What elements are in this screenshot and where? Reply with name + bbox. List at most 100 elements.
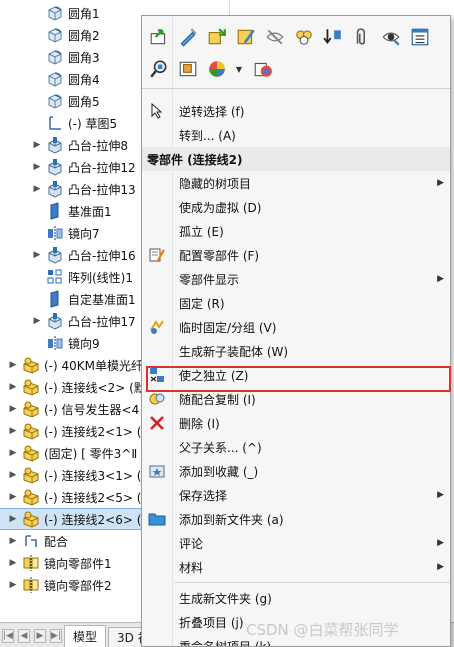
menu-item[interactable]: 随配合复制 (I)	[142, 387, 450, 411]
tree-item-label: (-) 40KM单模光纤	[44, 358, 144, 373]
menu-item[interactable]: 临时固定/分组 (V)	[142, 315, 450, 339]
menu-item[interactable]: 生成新子装配体 (W)	[142, 339, 450, 363]
toolbar-separator	[142, 88, 450, 89]
caret-placeholder	[32, 96, 42, 106]
expand-caret-icon[interactable]: ▶	[8, 382, 18, 392]
appearance-dropdown-icon[interactable]: ▼	[232, 56, 246, 82]
menu-item[interactable]: 转到... (A)	[142, 123, 450, 147]
fillet-icon	[46, 26, 64, 44]
tree-item-label: 镜向9	[68, 336, 100, 351]
menu-item-label: 逆转选择 (f)	[179, 104, 245, 119]
menu-item-label: 评论	[179, 536, 204, 551]
rebuild-icon[interactable]	[320, 24, 346, 50]
menu-item-label: 折叠项目 (j)	[179, 615, 244, 630]
menu-item[interactable]: 父子关系... (^)	[142, 435, 450, 459]
tree-item-label: 基准面1	[68, 204, 112, 219]
isolate-icon[interactable]	[291, 24, 317, 50]
menu-item[interactable]: 生成新文件夹 (g)	[142, 586, 450, 610]
expand-caret-icon[interactable]: ▶	[8, 448, 18, 458]
menu-item[interactable]: 逆转选择 (f)	[142, 99, 450, 123]
expand-caret-icon[interactable]: ▶	[8, 536, 18, 546]
properties-icon[interactable]	[407, 24, 433, 50]
menu-item[interactable]: 删除 (I)	[142, 411, 450, 435]
tree-item-label: 凸台-拉伸17	[68, 314, 136, 329]
menu-item[interactable]: 添加到新文件夹 (a)	[142, 507, 450, 531]
menu-section-header: 零部件 (连接线2)	[142, 147, 450, 171]
expand-caret-icon[interactable]: ▶	[32, 140, 42, 150]
menu-item-label: 父子关系... (^)	[179, 440, 262, 455]
change-transparency-icon[interactable]	[378, 24, 404, 50]
menu-item-label: 添加到收藏 (_)	[179, 464, 259, 479]
expand-caret-icon[interactable]: ▶	[8, 580, 18, 590]
menu-item[interactable]: 配置零部件 (F)	[142, 243, 450, 267]
tree-item-label: 镜向7	[68, 226, 100, 241]
menu-item-label: 材料	[179, 560, 204, 575]
folder-icon	[147, 509, 167, 529]
tree-item-label: 圆角3	[68, 50, 100, 65]
expand-caret-icon[interactable]: ▶	[8, 426, 18, 436]
edit-component-icon[interactable]	[175, 24, 201, 50]
menu-item[interactable]: 孤立 (E)	[142, 219, 450, 243]
tree-item-label: 凸台-拉伸12	[68, 160, 136, 175]
last-tab-icon[interactable]: ▶|	[50, 629, 62, 643]
caret-placeholder	[32, 52, 42, 62]
tree-item-label: 凸台-拉伸13	[68, 182, 136, 197]
mirror-icon	[46, 224, 64, 242]
menu-item[interactable]: 零部件显示 ▶	[142, 267, 450, 291]
expand-caret-icon[interactable]: ▶	[8, 558, 18, 568]
menu-item[interactable]: 使之独立 (Z)	[142, 363, 450, 387]
menu-item[interactable]: 隐藏的树项目 ▶	[142, 171, 450, 195]
menu-item-label: 删除 (I)	[179, 416, 220, 431]
context-menu: ▼ 逆转选择 (f) 转到... (A) 零部件 (连接线2) 隐藏的树项目 ▶ 使成为虚…	[141, 15, 451, 647]
component-icon	[22, 444, 40, 462]
fillet-icon	[46, 92, 64, 110]
appearance-icon[interactable]	[204, 56, 230, 82]
prev-tab-icon[interactable]: ◀	[18, 629, 30, 643]
submenu-arrow-icon: ▶	[437, 490, 444, 500]
open-drawing-icon[interactable]	[175, 56, 201, 82]
expand-caret-icon[interactable]: ▶	[8, 470, 18, 480]
expand-caret-icon[interactable]: ▶	[8, 492, 18, 502]
first-tab-icon[interactable]: |◀	[2, 629, 14, 643]
submenu-arrow-icon: ▶	[437, 178, 444, 188]
menu-item[interactable]: 使成为虚拟 (D)	[142, 195, 450, 219]
insert-component-icon[interactable]	[204, 24, 230, 50]
tree-item-label: 圆角4	[68, 72, 100, 87]
expand-caret-icon[interactable]: ▶	[32, 184, 42, 194]
zoom-to-selection-icon[interactable]	[146, 56, 172, 82]
expand-caret-icon[interactable]: ▶	[32, 250, 42, 260]
tree-item-label: 圆角1	[68, 6, 100, 21]
hide-icon[interactable]	[262, 24, 288, 50]
display-states-icon[interactable]	[250, 56, 276, 82]
menu-item[interactable]: 保存选择 ▶	[142, 483, 450, 507]
watermark-text: CSDN @白菜帮张同学	[246, 621, 399, 639]
mirror-icon	[46, 334, 64, 352]
menu-item[interactable]: 评论 ▶	[142, 531, 450, 555]
submenu-arrow-icon: ▶	[437, 274, 444, 284]
menu-item[interactable]: 添加到收藏 (_)	[142, 459, 450, 483]
expand-caret-icon[interactable]: ▶	[8, 514, 18, 524]
menu-item-label: 固定 (R)	[179, 296, 225, 311]
menu-item-label: 孤立 (E)	[179, 224, 224, 239]
menu-item[interactable]: 材料 ▶	[142, 555, 450, 579]
menu-item-label: 保存选择	[179, 488, 228, 503]
menu-item[interactable]: 固定 (R)	[142, 291, 450, 315]
mate-icon[interactable]	[349, 24, 375, 50]
menu-item-label: 转到... (A)	[179, 128, 236, 143]
mates-icon	[22, 532, 40, 550]
expand-caret-icon[interactable]: ▶	[8, 404, 18, 414]
expand-caret-icon[interactable]: ▶	[8, 360, 18, 370]
expand-caret-icon[interactable]: ▶	[32, 316, 42, 326]
caret-placeholder	[32, 74, 42, 84]
open-part-icon[interactable]	[146, 24, 172, 50]
next-tab-icon[interactable]: ▶	[34, 629, 46, 643]
boss-extrude-icon	[46, 312, 64, 330]
boss-extrude-icon	[46, 180, 64, 198]
expand-caret-icon[interactable]: ▶	[32, 162, 42, 172]
submenu-arrow-icon: ▶	[437, 538, 444, 548]
component-icon	[22, 488, 40, 506]
edit-appearance-icon[interactable]	[233, 24, 259, 50]
tab-model[interactable]: 模型	[64, 625, 107, 647]
menu-item-label: 使之独立 (Z)	[179, 368, 249, 383]
tree-item-label: 配合	[44, 534, 69, 549]
